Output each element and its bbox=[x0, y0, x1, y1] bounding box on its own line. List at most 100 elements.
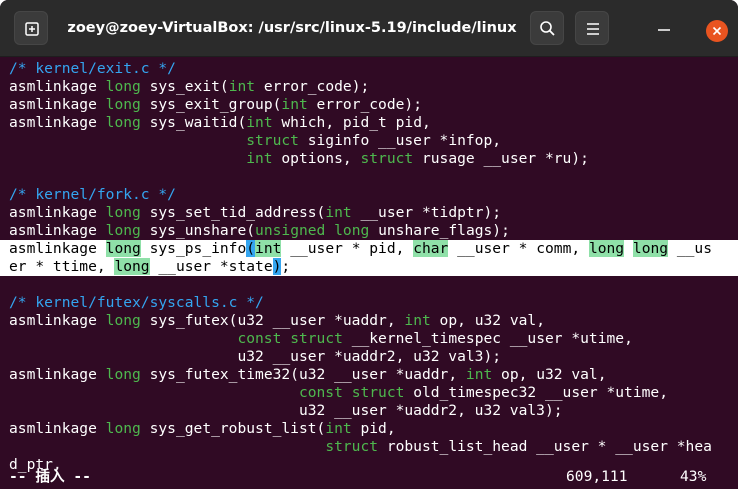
code-text: error_code); bbox=[255, 78, 370, 95]
code-keyword: int bbox=[325, 204, 352, 221]
code-keyword: const bbox=[237, 330, 282, 347]
code-keyword: struct bbox=[360, 150, 414, 167]
code-line: struct siginfo __user *infop, bbox=[0, 132, 738, 150]
code-text: asmlinkage bbox=[9, 240, 106, 257]
code-keyword: int bbox=[246, 150, 273, 167]
code-text: pid, bbox=[351, 420, 396, 437]
code-comment: /* kernel/futex/syscalls.c */ bbox=[9, 294, 264, 311]
terminal-text-area[interactable]: /* kernel/exit.c */asmlinkage long sys_e… bbox=[0, 58, 738, 489]
code-text: __user *tidptr); bbox=[351, 204, 502, 221]
code-keyword: long bbox=[632, 240, 669, 257]
code-line: const struct __kernel_timespec __user *u… bbox=[0, 330, 738, 348]
code-text: __user *state bbox=[149, 258, 273, 275]
code-keyword: int bbox=[228, 78, 256, 95]
code-keyword: int bbox=[281, 96, 308, 113]
code-keyword: long bbox=[334, 222, 370, 239]
code-line: asmlinkage long sys_exit_group(int error… bbox=[0, 96, 738, 114]
code-keyword: long bbox=[105, 114, 141, 131]
code-text: ; bbox=[281, 258, 291, 275]
window-title: zoey@zoey-VirtualBox: /usr/src/linux-5.1… bbox=[67, 20, 517, 36]
code-keyword: long bbox=[105, 312, 141, 329]
minimize-icon bbox=[658, 29, 670, 31]
code-text: sys_futex_time32(u32 __user *uaddr, bbox=[140, 366, 466, 383]
code-keyword: long bbox=[105, 204, 141, 221]
code-line: asmlinkage long sys_waitid(int which, pi… bbox=[0, 114, 738, 132]
search-button[interactable] bbox=[530, 11, 564, 45]
code-text: asmlinkage bbox=[9, 222, 106, 239]
code-text: asmlinkage bbox=[9, 78, 106, 95]
code-text: siginfo __user *infop, bbox=[298, 132, 502, 149]
code-keyword: struct bbox=[290, 330, 343, 347]
code-keyword: char bbox=[413, 240, 449, 257]
code-text: asmlinkage bbox=[9, 114, 106, 131]
code-text: er * ttime, bbox=[9, 258, 115, 275]
code-line: asmlinkage long sys_futex_time32(u32 __u… bbox=[0, 366, 738, 384]
code-keyword: long bbox=[105, 420, 141, 437]
code-text: sys_get_robust_list( bbox=[140, 420, 326, 437]
code-text: options, bbox=[272, 150, 361, 167]
code-keyword: long bbox=[114, 258, 150, 275]
code-text: op, u32 val, bbox=[492, 366, 607, 383]
close-button[interactable] bbox=[706, 20, 728, 42]
code-keyword: long bbox=[105, 222, 141, 239]
code-text: asmlinkage bbox=[9, 204, 106, 221]
code-keyword: long bbox=[588, 240, 625, 257]
code-line: asmlinkage long sys_get_robust_list(int … bbox=[0, 420, 738, 438]
code-line: asmlinkage long sys_set_tid_address(int … bbox=[0, 204, 738, 222]
minimize-button[interactable] bbox=[656, 20, 672, 36]
title-bar: zoey@zoey-VirtualBox: /usr/src/linux-5.1… bbox=[0, 0, 738, 57]
code-keyword: int bbox=[325, 420, 352, 437]
code-text: error_code); bbox=[307, 96, 422, 113]
menu-button[interactable] bbox=[575, 11, 609, 45]
code-keyword: int bbox=[255, 240, 282, 257]
code-line: struct robust_list_head __user * __user … bbox=[0, 438, 738, 456]
code-text: __us bbox=[668, 240, 712, 257]
code-text: ( bbox=[246, 240, 256, 257]
code-text: u32 __user *uaddr2, u32 val3); bbox=[9, 348, 502, 365]
code-comment: /* kernel/exit.c */ bbox=[9, 60, 176, 77]
code-keyword: struct bbox=[325, 438, 379, 455]
code-text: sys_unshare( bbox=[140, 222, 256, 239]
code-text: old_timespec32 __user *utime, bbox=[404, 384, 668, 401]
code-line: /* kernel/futex/syscalls.c */ bbox=[0, 294, 738, 312]
code-text: sys_futex(u32 __user *uaddr, bbox=[140, 312, 405, 329]
code-text: __user * pid, bbox=[281, 240, 414, 257]
code-text: __user * comm, bbox=[448, 240, 589, 257]
scrollbar[interactable] bbox=[738, 40, 749, 489]
scroll-percent: 43% bbox=[680, 468, 707, 485]
code-text: sys_exit( bbox=[140, 78, 229, 95]
code-text: unshare_flags); bbox=[369, 222, 510, 239]
cursor-position: 609,111 bbox=[566, 468, 628, 485]
code-keyword: long bbox=[105, 78, 141, 95]
code-text: asmlinkage bbox=[9, 312, 106, 329]
code-text: sys_exit_group( bbox=[140, 96, 282, 113]
code-line: /* kernel/exit.c */ bbox=[0, 60, 738, 78]
code-line: u32 __user *uaddr2, u32 val3); bbox=[0, 348, 738, 366]
code-text: sys_waitid( bbox=[140, 114, 247, 131]
code-text: rusage __user *ru); bbox=[413, 150, 589, 167]
vim-mode-indicator: -- 插入 -- bbox=[9, 468, 91, 485]
vim-status-line: -- 插入 -- 609,111 43% bbox=[0, 468, 738, 486]
new-tab-button[interactable] bbox=[14, 11, 48, 45]
code-keyword: int bbox=[404, 312, 431, 329]
code-text: __kernel_timespec __user *utime, bbox=[342, 330, 633, 347]
hamburger-menu-icon bbox=[587, 23, 599, 35]
code-line: asmlinkage long sys_exit(int error_code)… bbox=[0, 78, 738, 96]
code-line: u32 __user *uaddr2, u32 val3); bbox=[0, 402, 738, 420]
close-icon bbox=[712, 26, 722, 36]
code-keyword: const bbox=[298, 384, 343, 401]
code-keyword: int bbox=[465, 366, 493, 383]
code-line-highlighted: asmlinkage long sys_ps_info(int __user *… bbox=[0, 240, 738, 258]
code-keyword: long bbox=[105, 96, 141, 113]
code-keyword: struct bbox=[351, 384, 405, 401]
code-line: asmlinkage long sys_futex(u32 __user *ua… bbox=[0, 312, 738, 330]
